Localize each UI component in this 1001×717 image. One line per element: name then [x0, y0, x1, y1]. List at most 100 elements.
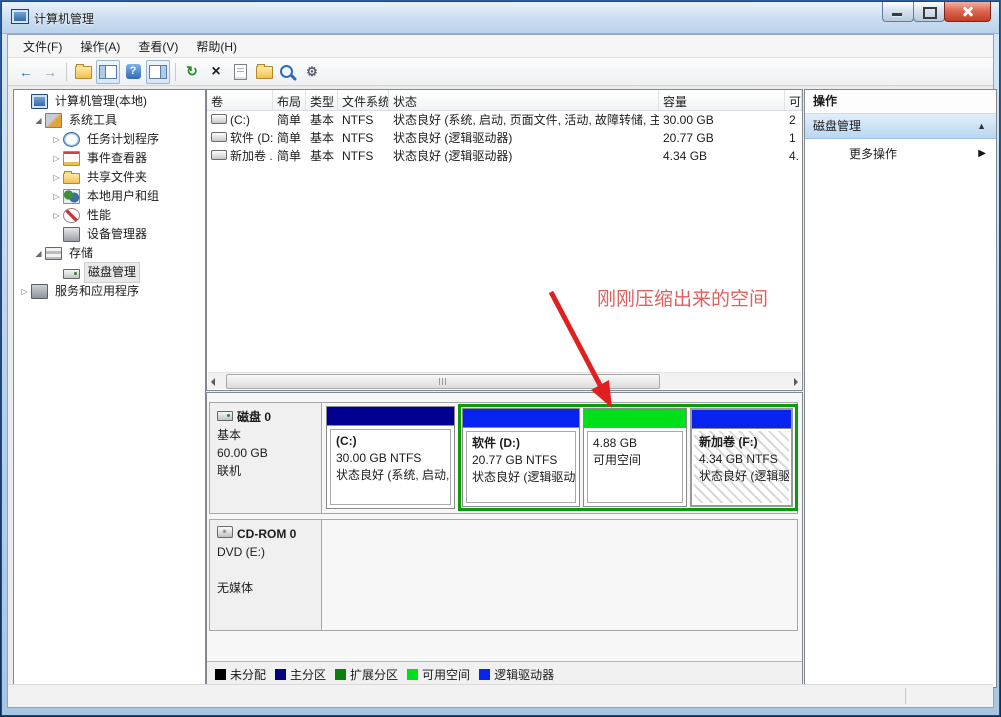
show-console-tree-button[interactable]: [96, 60, 120, 84]
partition-f-colorbar: [692, 410, 791, 429]
volume-row-f[interactable]: 新加卷 ... 简单 基本 NTFS 状态良好 (逻辑驱动器) 4.34 GB …: [207, 147, 802, 165]
disk0-partitions: (C:) 30.00 GB NTFS 状态良好 (系统, 启动, 软件 (D:)…: [322, 403, 797, 513]
refresh-button[interactable]: ↻: [181, 61, 203, 83]
volume-row-d[interactable]: 软件 (D:) 简单 基本 NTFS 状态良好 (逻辑驱动器) 20.77 GB…: [207, 129, 802, 147]
submenu-arrow-icon: ▶: [978, 139, 986, 169]
tree-item-local-users-groups[interactable]: ▷ 本地用户和组: [14, 187, 205, 206]
cdrom-info[interactable]: CD-ROM 0 DVD (E:) 无媒体: [210, 520, 322, 630]
forward-button[interactable]: →: [39, 61, 61, 83]
tree-item-disk-management[interactable]: 磁盘管理: [14, 263, 205, 282]
console-tree-pane-icon: [99, 65, 117, 79]
column-type[interactable]: 类型: [306, 90, 338, 110]
actions-header: 操作: [805, 90, 996, 114]
column-free[interactable]: 可: [785, 90, 802, 110]
show-action-pane-button[interactable]: [146, 60, 170, 84]
free-space-colorbar: [584, 409, 686, 428]
storage-icon: [45, 247, 62, 260]
column-layout[interactable]: 布局: [273, 90, 306, 110]
collapsed-icon[interactable]: ▷: [50, 168, 63, 187]
tree-item-system-tools[interactable]: ◢ 系统工具: [14, 111, 205, 130]
menu-help[interactable]: 帮助(H): [187, 35, 246, 58]
tree-item-computer-management[interactable]: 计算机管理(本地): [14, 92, 205, 111]
expanded-icon[interactable]: ◢: [32, 244, 45, 263]
event-log-icon: [63, 151, 80, 166]
back-button[interactable]: ←: [15, 61, 37, 83]
column-status[interactable]: 状态: [389, 90, 659, 110]
export-list-button[interactable]: [72, 61, 94, 83]
services-icon: [31, 284, 48, 299]
collapsed-icon[interactable]: ▷: [50, 187, 63, 206]
volume-list-header: 卷 布局 类型 文件系统 状态 容量 可: [207, 90, 802, 111]
tree-item-performance[interactable]: ▷ 性能: [14, 206, 205, 225]
tree-item-services-applications[interactable]: ▷ 服务和应用程序: [14, 282, 205, 301]
volume-row-c[interactable]: (C:) 简单 基本 NTFS 状态良好 (系统, 启动, 页面文件, 活动, …: [207, 111, 802, 129]
minimize-button[interactable]: [882, 2, 914, 22]
help-icon: ?: [126, 64, 141, 79]
legend-logical-drive: 逻辑驱动器: [479, 666, 554, 683]
open-button[interactable]: [253, 61, 275, 83]
search-icon: [280, 65, 293, 78]
scrollbar-thumb[interactable]: [226, 374, 660, 389]
menu-view[interactable]: 查看(V): [129, 35, 187, 58]
delete-button[interactable]: ×: [205, 61, 227, 83]
find-button[interactable]: [277, 61, 299, 83]
disk0-row: 磁盘 0 基本 60.00 GB 联机 (C:) 30.00 GB NTFS 状…: [209, 402, 798, 514]
partition-f[interactable]: 新加卷 (F:) 4.34 GB NTFS 状态良好 (逻辑驱: [690, 408, 793, 507]
collapsed-icon[interactable]: ▷: [50, 206, 63, 225]
tree-item-event-viewer[interactable]: ▷ 事件查看器: [14, 149, 205, 168]
menu-bar: 文件(F) 操作(A) 查看(V) 帮助(H): [8, 35, 993, 58]
more-actions-item[interactable]: 更多操作 ▶: [805, 139, 996, 169]
tree-item-device-manager[interactable]: 设备管理器: [14, 225, 205, 244]
restore-icon: [923, 7, 937, 19]
legend-primary: 主分区: [275, 666, 326, 683]
menu-action[interactable]: 操作(A): [71, 35, 129, 58]
toolbar-separator: [66, 63, 67, 81]
console-tree: 计算机管理(本地) ◢ 系统工具 ▷ 任务计划程序 ▷ 事件查看器 ▷ 共享文件…: [13, 89, 206, 690]
menu-file[interactable]: 文件(F): [14, 35, 71, 58]
properties-button[interactable]: [229, 61, 251, 83]
tree-item-task-scheduler[interactable]: ▷ 任务计划程序: [14, 130, 205, 149]
app-icon: [11, 9, 29, 24]
partition-c[interactable]: (C:) 30.00 GB NTFS 状态良好 (系统, 启动,: [326, 406, 455, 509]
cdrom-icon: [217, 526, 233, 538]
properties-icon: [234, 64, 247, 80]
legend-swatch: [335, 669, 346, 680]
legend-swatch: [479, 669, 490, 680]
scroll-right-arrow[interactable]: [785, 374, 801, 388]
actions-section-disk-management[interactable]: 磁盘管理 ▲: [805, 114, 996, 139]
status-bar: [8, 684, 993, 707]
legend-free-space: 可用空间: [407, 666, 470, 683]
minimize-icon: [892, 13, 902, 16]
column-filesystem[interactable]: 文件系统: [338, 90, 389, 110]
scroll-left-arrow[interactable]: [208, 374, 224, 388]
disk0-info[interactable]: 磁盘 0 基本 60.00 GB 联机: [210, 403, 322, 513]
users-icon: [63, 189, 80, 204]
column-volume[interactable]: 卷: [207, 90, 273, 110]
collapsed-icon[interactable]: ▷: [50, 149, 63, 168]
horizontal-scrollbar[interactable]: [208, 372, 801, 389]
back-icon: ←: [19, 64, 33, 80]
legend-extended: 扩展分区: [335, 666, 398, 683]
main-area: 计算机管理(本地) ◢ 系统工具 ▷ 任务计划程序 ▷ 事件查看器 ▷ 共享文件…: [8, 86, 993, 684]
settings-button[interactable]: ⚙: [301, 61, 323, 83]
expanded-icon[interactable]: ◢: [32, 111, 45, 130]
partition-d[interactable]: 软件 (D:) 20.77 GB NTFS 状态良好 (逻辑驱动: [462, 408, 580, 507]
cdrom-row: CD-ROM 0 DVD (E:) 无媒体: [209, 519, 798, 631]
legend-swatch: [215, 669, 226, 680]
collapsed-icon[interactable]: ▷: [18, 282, 31, 301]
free-space-block[interactable]: 4.88 GB 可用空间: [583, 408, 687, 507]
forward-icon: →: [43, 64, 57, 80]
collapse-icon[interactable]: ▲: [977, 114, 986, 138]
column-capacity[interactable]: 容量: [659, 90, 785, 110]
shared-folder-icon: [63, 173, 80, 184]
help-button[interactable]: ?: [122, 61, 144, 83]
tree-item-storage[interactable]: ◢ 存储: [14, 244, 205, 263]
action-pane-icon: [149, 65, 167, 79]
tools-icon: [45, 113, 62, 128]
title-bar[interactable]: 计算机管理: [2, 2, 999, 34]
restore-button[interactable]: [913, 2, 945, 22]
tree-item-shared-folders[interactable]: ▷ 共享文件夹: [14, 168, 205, 187]
close-button[interactable]: [944, 2, 991, 22]
collapsed-icon[interactable]: ▷: [50, 130, 63, 149]
export-folder-icon: [75, 66, 92, 79]
